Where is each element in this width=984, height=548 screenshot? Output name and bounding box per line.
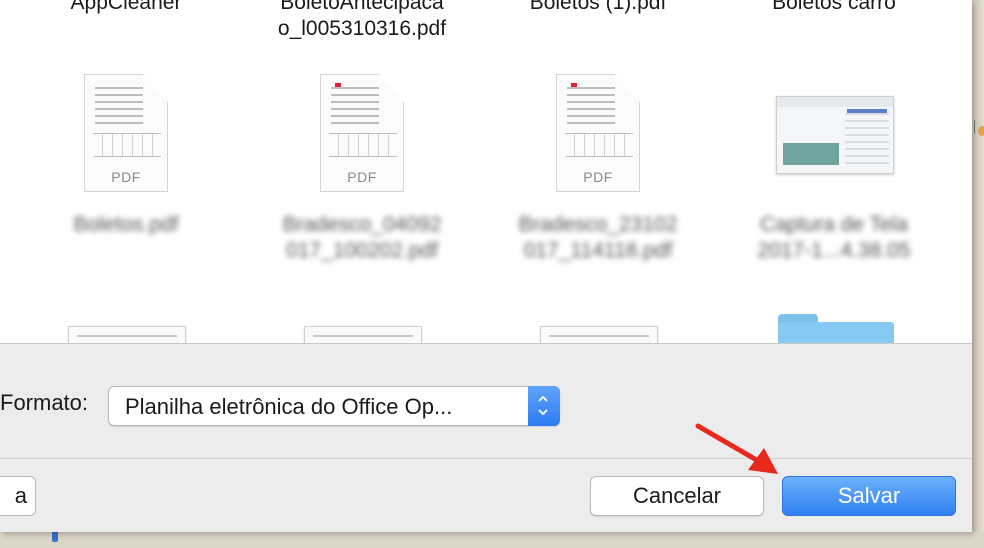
- pdf-icon[interactable]: PDF: [84, 74, 168, 192]
- format-label: Formato:: [0, 390, 89, 415]
- cancel-button[interactable]: Cancelar: [590, 476, 764, 516]
- background-decoration: [978, 126, 984, 136]
- file-name: Bradesco_04092 017_100202.pdf: [282, 213, 442, 262]
- file-name: Boletos (1).pdf: [529, 0, 667, 14]
- save-button[interactable]: Salvar: [782, 476, 956, 516]
- file-item[interactable]: Boletos (1).pdf: [482, 0, 714, 16]
- file-thumbnail[interactable]: [540, 326, 658, 343]
- annotation-arrow-icon: [695, 423, 778, 474]
- pdf-icon[interactable]: PDF: [556, 74, 640, 192]
- folder-name: Boletos carro: [772, 0, 896, 14]
- file-extension: PDF: [583, 169, 613, 185]
- screenshot-thumbnail-icon[interactable]: [776, 96, 894, 174]
- file-item[interactable]: BoletoAntecipaca o_l005310316.pdf: [246, 0, 478, 42]
- file-item[interactable]: Bradesco_04092 017_100202.pdf: [246, 212, 478, 264]
- file-extension: PDF: [111, 169, 141, 185]
- file-item[interactable]: Boletos.pdf: [10, 212, 242, 238]
- file-extension: PDF: [347, 169, 377, 185]
- file-name: Bradesco_23102 017_114118.pdf: [518, 213, 678, 262]
- updown-chevron-icon[interactable]: [528, 386, 560, 426]
- file-name: Captura de Tela 2017-1...4.38.05: [757, 213, 911, 262]
- file-thumbnail[interactable]: [68, 326, 186, 343]
- folder-icon[interactable]: [778, 314, 894, 343]
- file-name: BoletoAntecipaca o_l005310316.pdf: [277, 0, 447, 40]
- file-item[interactable]: AppCleaner: [10, 0, 242, 16]
- divider: [0, 458, 972, 459]
- folder-item[interactable]: Boletos carro: [718, 0, 950, 16]
- background-window-edge: [972, 0, 984, 548]
- file-item[interactable]: Bradesco_23102 017_114118.pdf: [482, 212, 714, 264]
- format-select-value: Planilha eletrônica do Office Op...: [125, 394, 453, 419]
- file-name: AppCleaner: [70, 0, 182, 14]
- file-browser[interactable]: AppCleaner BoletoAntecipaca o_l005310316…: [0, 0, 972, 344]
- file-name: Boletos.pdf: [73, 213, 179, 236]
- pdf-icon[interactable]: PDF: [320, 74, 404, 192]
- save-dialog: AppCleaner BoletoAntecipaca o_l005310316…: [0, 0, 972, 532]
- new-folder-button[interactable]: a: [0, 476, 36, 516]
- file-thumbnail[interactable]: [304, 326, 422, 343]
- format-select[interactable]: Planilha eletrônica do Office Op...: [108, 386, 560, 426]
- file-item[interactable]: Captura de Tela 2017-1...4.38.05: [718, 212, 950, 264]
- background-window-bottom: [0, 532, 984, 548]
- background-decoration: [52, 532, 58, 542]
